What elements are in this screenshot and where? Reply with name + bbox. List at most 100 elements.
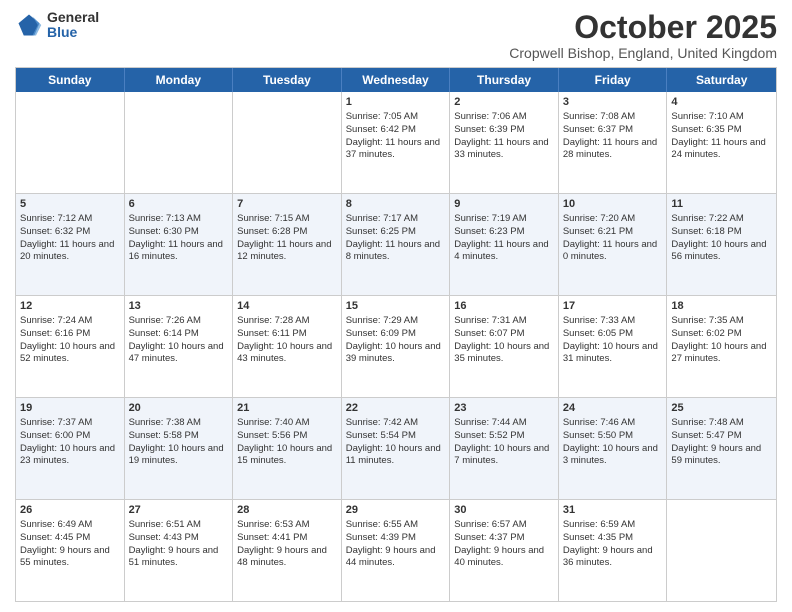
- day-number: 7: [237, 197, 337, 212]
- day-info-line: Sunset: 5:56 PM: [237, 430, 337, 443]
- day-info-line: Daylight: 10 hours and 56 minutes.: [671, 239, 772, 265]
- day-info-line: Sunset: 5:47 PM: [671, 430, 772, 443]
- day-info-line: Sunset: 6:18 PM: [671, 226, 772, 239]
- header-day-thursday: Thursday: [450, 68, 559, 92]
- day-info-line: Sunrise: 7:20 AM: [563, 213, 663, 226]
- day-number: 8: [346, 197, 446, 212]
- day-info-line: Sunset: 6:25 PM: [346, 226, 446, 239]
- day-info-line: Sunset: 6:05 PM: [563, 328, 663, 341]
- day-info-line: Sunrise: 7:46 AM: [563, 417, 663, 430]
- day-info-line: Sunset: 6:42 PM: [346, 124, 446, 137]
- header-day-tuesday: Tuesday: [233, 68, 342, 92]
- calendar-cell-day-31: 31Sunrise: 6:59 AMSunset: 4:35 PMDayligh…: [559, 500, 668, 601]
- day-info-line: Sunset: 6:11 PM: [237, 328, 337, 341]
- day-number: 13: [129, 299, 229, 314]
- day-info-line: Daylight: 10 hours and 39 minutes.: [346, 341, 446, 367]
- day-info-line: Sunrise: 7:26 AM: [129, 315, 229, 328]
- logo-blue-text: Blue: [47, 25, 99, 40]
- day-info-line: Sunset: 4:45 PM: [20, 532, 120, 545]
- day-number: 24: [563, 401, 663, 416]
- day-info-line: Daylight: 9 hours and 40 minutes.: [454, 545, 554, 571]
- day-info-line: Sunset: 6:14 PM: [129, 328, 229, 341]
- day-info-line: Sunrise: 7:38 AM: [129, 417, 229, 430]
- calendar-cell-day-21: 21Sunrise: 7:40 AMSunset: 5:56 PMDayligh…: [233, 398, 342, 499]
- day-number: 18: [671, 299, 772, 314]
- calendar-row-2: 12Sunrise: 7:24 AMSunset: 6:16 PMDayligh…: [16, 295, 776, 397]
- day-info-line: Sunrise: 7:40 AM: [237, 417, 337, 430]
- day-info-line: Sunrise: 7:44 AM: [454, 417, 554, 430]
- title-block: October 2025 Cropwell Bishop, England, U…: [509, 10, 777, 61]
- calendar-cell-day-6: 6Sunrise: 7:13 AMSunset: 6:30 PMDaylight…: [125, 194, 234, 295]
- calendar-row-0: 1Sunrise: 7:05 AMSunset: 6:42 PMDaylight…: [16, 92, 776, 193]
- calendar-cell-day-11: 11Sunrise: 7:22 AMSunset: 6:18 PMDayligh…: [667, 194, 776, 295]
- day-number: 22: [346, 401, 446, 416]
- day-info-line: Daylight: 10 hours and 52 minutes.: [20, 341, 120, 367]
- day-info-line: Sunrise: 7:17 AM: [346, 213, 446, 226]
- day-info-line: Sunrise: 7:22 AM: [671, 213, 772, 226]
- day-info-line: Daylight: 11 hours and 16 minutes.: [129, 239, 229, 265]
- day-info-line: Daylight: 9 hours and 44 minutes.: [346, 545, 446, 571]
- calendar-cell-day-15: 15Sunrise: 7:29 AMSunset: 6:09 PMDayligh…: [342, 296, 451, 397]
- calendar-cell-day-13: 13Sunrise: 7:26 AMSunset: 6:14 PMDayligh…: [125, 296, 234, 397]
- day-info-line: Sunrise: 6:49 AM: [20, 519, 120, 532]
- day-info-line: Sunset: 4:37 PM: [454, 532, 554, 545]
- calendar-cell-day-30: 30Sunrise: 6:57 AMSunset: 4:37 PMDayligh…: [450, 500, 559, 601]
- day-info-line: Sunrise: 7:28 AM: [237, 315, 337, 328]
- logo-text: General Blue: [47, 10, 99, 41]
- calendar-cell-day-24: 24Sunrise: 7:46 AMSunset: 5:50 PMDayligh…: [559, 398, 668, 499]
- day-number: 11: [671, 197, 772, 212]
- day-info-line: Sunrise: 6:51 AM: [129, 519, 229, 532]
- day-info-line: Daylight: 9 hours and 59 minutes.: [671, 443, 772, 469]
- day-info-line: Daylight: 11 hours and 12 minutes.: [237, 239, 337, 265]
- day-number: 21: [237, 401, 337, 416]
- calendar-cell-day-1: 1Sunrise: 7:05 AMSunset: 6:42 PMDaylight…: [342, 92, 451, 193]
- calendar-row-4: 26Sunrise: 6:49 AMSunset: 4:45 PMDayligh…: [16, 499, 776, 601]
- calendar-cell-day-22: 22Sunrise: 7:42 AMSunset: 5:54 PMDayligh…: [342, 398, 451, 499]
- calendar-cell-day-4: 4Sunrise: 7:10 AMSunset: 6:35 PMDaylight…: [667, 92, 776, 193]
- day-info-line: Sunrise: 6:57 AM: [454, 519, 554, 532]
- calendar-cell-empty: [125, 92, 234, 193]
- day-info-line: Daylight: 11 hours and 4 minutes.: [454, 239, 554, 265]
- day-info-line: Sunset: 6:30 PM: [129, 226, 229, 239]
- day-info-line: Sunset: 6:28 PM: [237, 226, 337, 239]
- day-info-line: Daylight: 9 hours and 48 minutes.: [237, 545, 337, 571]
- day-number: 3: [563, 95, 663, 110]
- calendar-cell-day-16: 16Sunrise: 7:31 AMSunset: 6:07 PMDayligh…: [450, 296, 559, 397]
- calendar-cell-day-26: 26Sunrise: 6:49 AMSunset: 4:45 PMDayligh…: [16, 500, 125, 601]
- day-info-line: Daylight: 10 hours and 27 minutes.: [671, 341, 772, 367]
- calendar-cell-day-19: 19Sunrise: 7:37 AMSunset: 6:00 PMDayligh…: [16, 398, 125, 499]
- day-info-line: Sunset: 5:58 PM: [129, 430, 229, 443]
- day-info-line: Sunset: 6:32 PM: [20, 226, 120, 239]
- calendar-cell-day-10: 10Sunrise: 7:20 AMSunset: 6:21 PMDayligh…: [559, 194, 668, 295]
- day-number: 17: [563, 299, 663, 314]
- day-number: 25: [671, 401, 772, 416]
- calendar-cell-day-8: 8Sunrise: 7:17 AMSunset: 6:25 PMDaylight…: [342, 194, 451, 295]
- day-number: 30: [454, 503, 554, 518]
- day-number: 27: [129, 503, 229, 518]
- day-info-line: Sunset: 5:52 PM: [454, 430, 554, 443]
- day-info-line: Sunrise: 7:24 AM: [20, 315, 120, 328]
- day-info-line: Sunrise: 7:31 AM: [454, 315, 554, 328]
- day-info-line: Daylight: 10 hours and 11 minutes.: [346, 443, 446, 469]
- day-info-line: Sunset: 4:43 PM: [129, 532, 229, 545]
- month-title: October 2025: [509, 10, 777, 45]
- calendar-body: 1Sunrise: 7:05 AMSunset: 6:42 PMDaylight…: [16, 92, 776, 601]
- calendar-cell-day-7: 7Sunrise: 7:15 AMSunset: 6:28 PMDaylight…: [233, 194, 342, 295]
- day-info-line: Sunset: 6:21 PM: [563, 226, 663, 239]
- day-info-line: Sunset: 6:02 PM: [671, 328, 772, 341]
- day-info-line: Daylight: 11 hours and 28 minutes.: [563, 137, 663, 163]
- day-info-line: Daylight: 10 hours and 7 minutes.: [454, 443, 554, 469]
- day-number: 6: [129, 197, 229, 212]
- day-info-line: Sunrise: 6:55 AM: [346, 519, 446, 532]
- day-number: 4: [671, 95, 772, 110]
- day-info-line: Sunrise: 7:08 AM: [563, 111, 663, 124]
- day-info-line: Daylight: 10 hours and 31 minutes.: [563, 341, 663, 367]
- calendar-row-1: 5Sunrise: 7:12 AMSunset: 6:32 PMDaylight…: [16, 193, 776, 295]
- calendar-cell-day-9: 9Sunrise: 7:19 AMSunset: 6:23 PMDaylight…: [450, 194, 559, 295]
- day-info-line: Sunset: 4:41 PM: [237, 532, 337, 545]
- day-info-line: Sunrise: 7:05 AM: [346, 111, 446, 124]
- day-info-line: Sunrise: 7:29 AM: [346, 315, 446, 328]
- day-info-line: Sunrise: 7:48 AM: [671, 417, 772, 430]
- day-number: 31: [563, 503, 663, 518]
- day-info-line: Daylight: 11 hours and 0 minutes.: [563, 239, 663, 265]
